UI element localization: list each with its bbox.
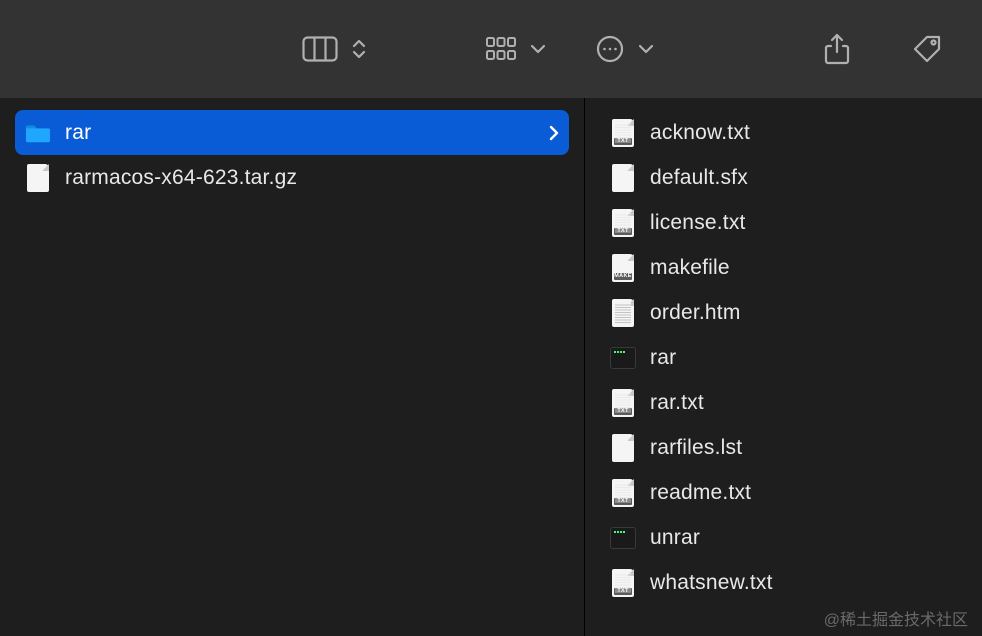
updown-chevron-icon[interactable] <box>352 38 366 60</box>
file-name: rar <box>65 121 535 145</box>
file-name: order.htm <box>650 301 957 325</box>
chevron-right-icon <box>549 125 559 141</box>
watermark: @稀土掘金技术社区 <box>824 606 968 630</box>
file-row[interactable]: unrar <box>600 515 967 560</box>
executable-icon <box>610 525 636 551</box>
share-icon[interactable] <box>824 33 850 65</box>
folder-icon <box>25 120 51 146</box>
file-row[interactable]: MAKE makefile <box>600 245 967 290</box>
txt-file-icon: TXT <box>610 120 636 146</box>
file-name: acknow.txt <box>650 121 957 145</box>
txt-file-icon: TXT <box>610 570 636 596</box>
file-row[interactable]: rarfiles.lst <box>600 425 967 470</box>
file-row[interactable]: TXT rar.txt <box>600 380 967 425</box>
columns-content: rar rarmacos-x64-623.tar.gz TXT acknow.t… <box>0 98 982 636</box>
generic-file-icon <box>610 435 636 461</box>
file-name: rar.txt <box>650 391 957 415</box>
txt-file-icon: TXT <box>610 210 636 236</box>
column-parent[interactable]: rar rarmacos-x64-623.tar.gz <box>0 98 585 636</box>
file-row[interactable]: rar <box>600 335 967 380</box>
txt-file-icon: TXT <box>610 480 636 506</box>
file-name: unrar <box>650 526 957 550</box>
ellipsis-circle-icon[interactable] <box>596 35 624 63</box>
group-mode-group[interactable] <box>486 37 546 61</box>
archive-file-icon <box>25 165 51 191</box>
file-row[interactable]: TXT readme.txt <box>600 470 967 515</box>
file-row[interactable]: order.htm <box>600 290 967 335</box>
txt-file-icon: TXT <box>610 390 636 416</box>
chevron-down-icon[interactable] <box>638 44 654 54</box>
file-name: makefile <box>650 256 957 280</box>
tag-icon[interactable] <box>912 34 942 64</box>
executable-icon <box>610 345 636 371</box>
toolbar <box>0 0 982 98</box>
file-name: default.sfx <box>650 166 957 190</box>
file-row[interactable]: TXT license.txt <box>600 200 967 245</box>
file-row[interactable]: TXT acknow.txt <box>600 110 967 155</box>
chevron-down-icon[interactable] <box>530 44 546 54</box>
file-name: whatsnew.txt <box>650 571 957 595</box>
file-row[interactable]: rarmacos-x64-623.tar.gz <box>15 155 569 200</box>
view-mode-group[interactable] <box>302 36 366 62</box>
more-actions-group[interactable] <box>596 35 654 63</box>
file-row[interactable]: TXT whatsnew.txt <box>600 560 967 605</box>
htm-file-icon <box>610 300 636 326</box>
file-name: license.txt <box>650 211 957 235</box>
file-name: rarfiles.lst <box>650 436 957 460</box>
file-row[interactable]: default.sfx <box>600 155 967 200</box>
column-child[interactable]: TXT acknow.txt default.sfx TXT license.t… <box>585 98 982 636</box>
file-name: rarmacos-x64-623.tar.gz <box>65 166 559 190</box>
generic-file-icon <box>610 165 636 191</box>
makefile-icon: MAKE <box>610 255 636 281</box>
folder-row[interactable]: rar <box>15 110 569 155</box>
columns-view-icon[interactable] <box>302 36 338 62</box>
file-name: rar <box>650 346 957 370</box>
file-name: readme.txt <box>650 481 957 505</box>
grid-group-icon[interactable] <box>486 37 516 61</box>
